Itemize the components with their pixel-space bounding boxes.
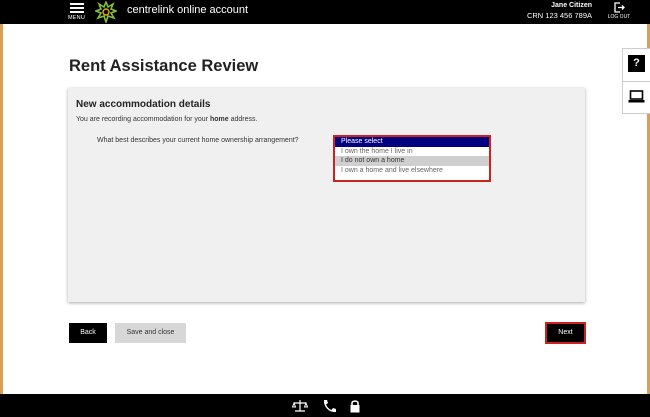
ownership-select[interactable]: Please select I own the home I live in I… bbox=[333, 135, 491, 182]
scales-icon[interactable] bbox=[292, 399, 308, 413]
option-own-elsewhere[interactable]: I own a home and live elsewhere bbox=[335, 166, 489, 176]
user-name: Jane Citizen bbox=[551, 2, 592, 9]
top-header: MENU centrelink online account Jane Citi… bbox=[0, 0, 650, 24]
ownership-question-label: What best describes your current home ow… bbox=[97, 137, 299, 144]
next-button[interactable]: Next bbox=[545, 322, 586, 344]
logout-label: LOG OUT bbox=[607, 14, 631, 20]
centrelink-logo-icon bbox=[95, 1, 117, 23]
accommodation-panel: New accommodation details You are record… bbox=[68, 88, 585, 302]
option-own-home[interactable]: I own the home I live in bbox=[335, 147, 489, 157]
description-prefix: You are recording accommodation for your bbox=[76, 116, 210, 123]
description-suffix: address. bbox=[228, 116, 258, 123]
panel-heading: New accommodation details bbox=[76, 99, 211, 110]
screen-icon[interactable] bbox=[628, 89, 645, 105]
back-button[interactable]: Back bbox=[69, 323, 107, 343]
description-address-type: home bbox=[209, 116, 229, 123]
save-and-close-button[interactable]: Save and close bbox=[115, 323, 186, 343]
menu-button[interactable]: MENU bbox=[66, 1, 88, 23]
footer-bar bbox=[0, 394, 650, 417]
hamburger-icon bbox=[70, 3, 84, 15]
panel-description: You are recording accommodation for your… bbox=[76, 116, 257, 123]
page-title: Rent Assistance Review bbox=[69, 57, 259, 75]
brand-name: centrelink online account bbox=[127, 4, 249, 16]
logout-icon bbox=[613, 2, 625, 13]
side-divider bbox=[623, 81, 650, 82]
window-frame-left bbox=[0, 0, 3, 417]
phone-icon[interactable] bbox=[321, 399, 337, 413]
side-tools: ? bbox=[622, 48, 650, 114]
user-info: Jane Citizen CRN 123 456 789A bbox=[527, 2, 592, 20]
logout-button[interactable]: LOG OUT bbox=[606, 1, 632, 23]
help-button[interactable]: ? bbox=[628, 55, 645, 72]
menu-label: MENU bbox=[68, 15, 85, 21]
option-please-select[interactable]: Please select bbox=[335, 137, 489, 147]
lock-icon[interactable] bbox=[347, 399, 363, 413]
option-do-not-own[interactable]: I do not own a home bbox=[335, 156, 489, 166]
customer-reference-number: CRN 123 456 789A bbox=[526, 11, 592, 20]
